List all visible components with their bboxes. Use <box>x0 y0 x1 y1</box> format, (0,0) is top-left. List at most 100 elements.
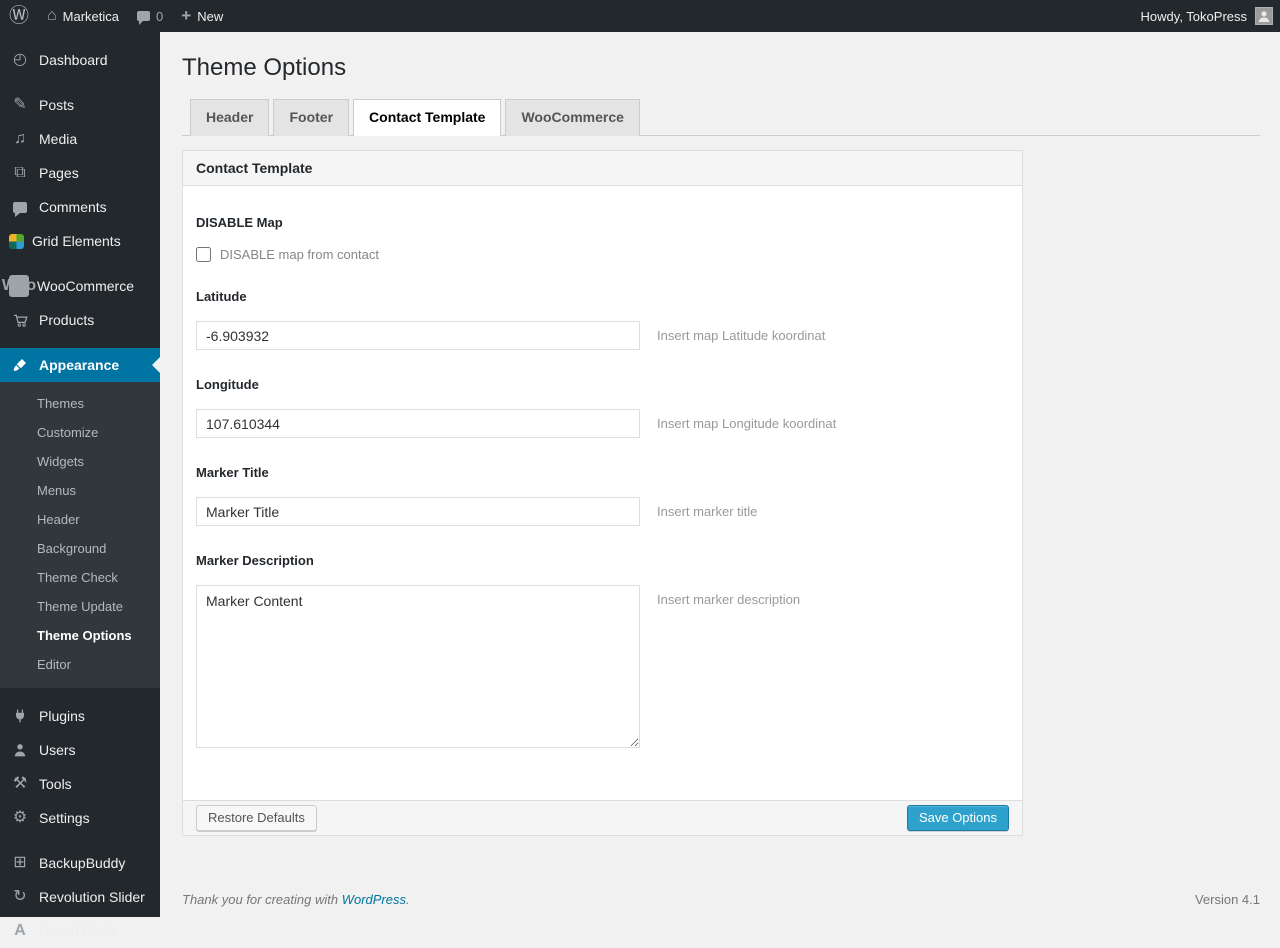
panel-body: DISABLE Map DISABLE map from contact Lat… <box>183 186 1022 800</box>
new-label: New <box>197 8 224 24</box>
grid-elements-icon <box>9 233 24 249</box>
sidebar-item-label: Dashboard <box>39 52 108 68</box>
settings-icon: ⚙ <box>12 809 28 826</box>
pin-icon: ✎ <box>13 96 27 113</box>
sidebar-item-pages[interactable]: ⧉ Pages <box>0 156 160 190</box>
sidebar-item-revolution-slider[interactable]: ↻ Revolution Slider <box>0 880 160 914</box>
site-name-menu[interactable]: ⌂ Marketica <box>38 0 128 32</box>
marker-title-input[interactable] <box>196 497 640 527</box>
marker-title-label: Marker Title <box>196 465 269 481</box>
new-content-menu[interactable]: + New <box>172 0 232 32</box>
sidebar-item-products[interactable]: Products <box>0 303 160 337</box>
marker-description-hint: Insert marker description <box>657 592 801 608</box>
longitude-input[interactable] <box>196 409 640 439</box>
latitude-input[interactable] <box>196 321 640 351</box>
submenu-item-theme-check[interactable]: Theme Check <box>0 563 160 592</box>
pages-icon: ⧉ <box>14 164 26 181</box>
tab-footer[interactable]: Footer <box>273 99 350 137</box>
wordpress-link[interactable]: WordPress <box>342 892 406 907</box>
sidebar-item-grid-elements[interactable]: Grid Elements <box>0 224 160 258</box>
comment-bubble-icon <box>137 11 151 25</box>
latitude-label: Latitude <box>196 289 247 305</box>
sidebar-item-label: Settings <box>39 810 90 826</box>
disable-map-checkbox[interactable] <box>196 247 211 263</box>
plug-icon <box>9 708 31 724</box>
sidebar-item-label: Pages <box>39 165 79 181</box>
admin-bar: Ⓦ ⌂ Marketica 0 + New Howdy, TokoPress <box>0 0 1280 32</box>
dashboard-icon: ◴ <box>13 51 27 68</box>
admin-sidebar: ◴ Dashboard ✎ Posts ♫ Media ⧉ Pages Comm… <box>0 32 160 939</box>
sidebar-item-label: Posts <box>39 97 75 113</box>
submenu-item-widgets[interactable]: Widgets <box>0 447 160 476</box>
panel-footer: Restore Defaults Save Options <box>183 800 1022 836</box>
panel-title: Contact Template <box>183 151 1022 187</box>
sidebar-item-plugins[interactable]: Plugins <box>0 699 160 733</box>
marker-description-textarea[interactable]: Marker Content <box>196 585 640 749</box>
sidebar-item-label: Punch Fonts <box>39 923 118 939</box>
account-menu[interactable]: Howdy, TokoPress <box>1132 0 1280 32</box>
save-options-button[interactable]: Save Options <box>906 805 1009 832</box>
sidebar-item-settings[interactable]: ⚙ Settings <box>0 801 160 835</box>
longitude-hint: Insert map Longitude koordinat <box>657 416 837 432</box>
sidebar-item-label: BackupBuddy <box>39 855 126 871</box>
wrench-icon: ⚒ <box>12 775 28 792</box>
menu-group-content: ✎ Posts ♫ Media ⧉ Pages Comments Grid El… <box>0 88 160 258</box>
sidebar-item-label: Comments <box>39 199 107 215</box>
sidebar-item-appearance[interactable]: Appearance <box>0 348 160 382</box>
sidebar-item-punch-fonts[interactable]: A Punch Fonts <box>0 914 160 948</box>
submenu-item-theme-update[interactable]: Theme Update <box>0 592 160 621</box>
comments-icon <box>9 201 31 217</box>
sidebar-item-label: Users <box>39 742 76 758</box>
sidebar-item-comments[interactable]: Comments <box>0 190 160 224</box>
theme-options-tabs: Header Footer Contact Template WooCommer… <box>182 99 1260 137</box>
wordpress-logo-icon: Ⓦ <box>9 5 29 27</box>
tab-header[interactable]: Header <box>190 99 270 137</box>
media-icon: ♫ <box>14 130 26 147</box>
home-icon: ⌂ <box>47 7 57 24</box>
submenu-item-header[interactable]: Header <box>0 505 160 534</box>
disable-map-label: DISABLE Map <box>196 215 283 231</box>
sidebar-item-label: Tools <box>39 776 72 792</box>
wordpress-logo-menu[interactable]: Ⓦ <box>0 0 38 32</box>
avatar <box>1255 7 1273 25</box>
sidebar-item-tools[interactable]: ⚒ Tools <box>0 767 160 801</box>
submenu-item-themes[interactable]: Themes <box>0 389 160 418</box>
tab-woocommerce[interactable]: WooCommerce <box>505 99 640 137</box>
menu-group-commerce: Woo WooCommerce Products <box>0 269 160 337</box>
refresh-cycle-icon: ↻ <box>13 888 27 905</box>
submenu-item-menus[interactable]: Menus <box>0 476 160 505</box>
menu-group-appearance: Appearance Themes Customize Widgets Menu… <box>0 348 160 688</box>
sidebar-item-woocommerce[interactable]: Woo WooCommerce <box>0 269 160 303</box>
cart-icon <box>9 312 31 329</box>
site-name: Marketica <box>62 8 120 24</box>
disable-map-checkbox-label[interactable]: DISABLE map from contact <box>220 247 379 262</box>
sidebar-item-posts[interactable]: ✎ Posts <box>0 88 160 122</box>
paintbrush-icon <box>9 357 31 373</box>
marker-description-label: Marker Description <box>196 553 314 569</box>
menu-group-plugins-extra: ⊞ BackupBuddy ↻ Revolution Slider A Punc… <box>0 846 160 948</box>
submenu-item-theme-options[interactable]: Theme Options <box>0 621 160 650</box>
sidebar-item-users[interactable]: Users <box>0 733 160 767</box>
marker-title-row: Insert marker title <box>196 497 1009 527</box>
howdy-text: Howdy, TokoPress <box>1140 8 1247 24</box>
backup-drive-icon: ⊞ <box>13 854 27 871</box>
submenu-item-customize[interactable]: Customize <box>0 418 160 447</box>
contact-template-panel: Contact Template DISABLE Map DISABLE map… <box>182 150 1023 837</box>
sidebar-item-media[interactable]: ♫ Media <box>0 122 160 156</box>
tab-contact-template[interactable]: Contact Template <box>353 99 502 137</box>
longitude-row: Insert map Longitude koordinat <box>196 409 1009 439</box>
sidebar-item-dashboard[interactable]: ◴ Dashboard <box>0 43 160 77</box>
restore-defaults-button[interactable]: Restore Defaults <box>196 805 317 832</box>
comments-admin-bar-item[interactable]: 0 <box>128 0 172 32</box>
disable-map-row: DISABLE map from contact <box>196 247 1009 263</box>
latitude-row: Insert map Latitude koordinat <box>196 321 1009 351</box>
sidebar-item-label: Media <box>39 131 78 147</box>
marker-description-row: Marker Content Insert marker description <box>196 585 1009 749</box>
submenu-item-background[interactable]: Background <box>0 534 160 563</box>
sidebar-item-label: Revolution Slider <box>39 889 145 905</box>
footer-thanks-text: Thank you for creating with WordPress. <box>182 892 410 908</box>
submenu-item-editor[interactable]: Editor <box>0 650 160 679</box>
letter-a-icon: A <box>14 922 26 939</box>
appearance-submenu: Themes Customize Widgets Menus Header Ba… <box>0 382 160 688</box>
sidebar-item-backupbuddy[interactable]: ⊞ BackupBuddy <box>0 846 160 880</box>
